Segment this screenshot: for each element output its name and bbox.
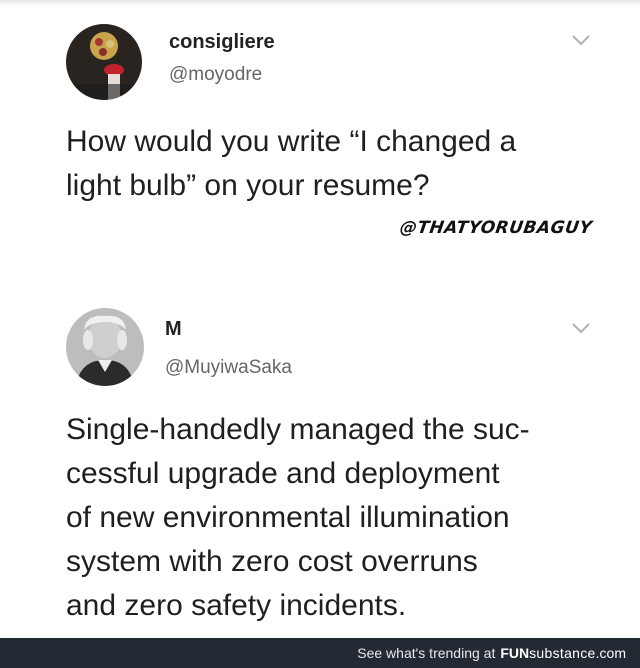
display-name[interactable]: M — [165, 318, 182, 341]
avatar-image — [66, 24, 142, 100]
tweet-text-line: Single-handedly managed the suc- — [66, 413, 530, 446]
handle[interactable]: @moyodre — [169, 64, 262, 86]
funsubstance-link[interactable]: See what's trending at FUN substance .com — [357, 645, 626, 661]
tweet-text-line: system with zero cost overruns — [66, 545, 478, 578]
tweet-2: M @MuyiwaSaka Single-handedly managed th… — [0, 300, 640, 638]
brand-com: .com — [595, 645, 626, 661]
watermark-text: @THATYORUBAGUY — [398, 218, 594, 238]
tweet-text: How would you write “I changed a light b… — [66, 120, 516, 208]
chevron-down-icon[interactable] — [570, 32, 592, 48]
tweet-text-line: How would you write “I changed a — [66, 125, 517, 158]
avatar[interactable] — [66, 308, 144, 386]
handle[interactable]: @MuyiwaSaka — [165, 357, 292, 379]
footer-bar: See what's trending at FUN substance .com — [0, 638, 640, 668]
chevron-down-icon[interactable] — [570, 320, 592, 336]
tweet-text: Single-handedly managed the suc- cessful… — [66, 408, 530, 628]
trending-text: See what's trending at — [357, 645, 496, 661]
brand-substance: substance — [529, 645, 596, 661]
avatar[interactable] — [66, 24, 142, 100]
avatar-image — [66, 308, 144, 386]
brand-fun: FUN — [500, 645, 530, 661]
tweet-text-line: of new environmental illumination — [66, 501, 510, 534]
tweet-1: consigliere @moyodre How would you write… — [0, 0, 640, 300]
tweet-text-line: light bulb” on your resume? — [66, 169, 430, 202]
display-name[interactable]: consigliere — [169, 31, 275, 54]
tweet-text-line: cessful upgrade and deployment — [66, 457, 500, 490]
tweet-text-line: and zero safety incidents. — [66, 589, 407, 622]
